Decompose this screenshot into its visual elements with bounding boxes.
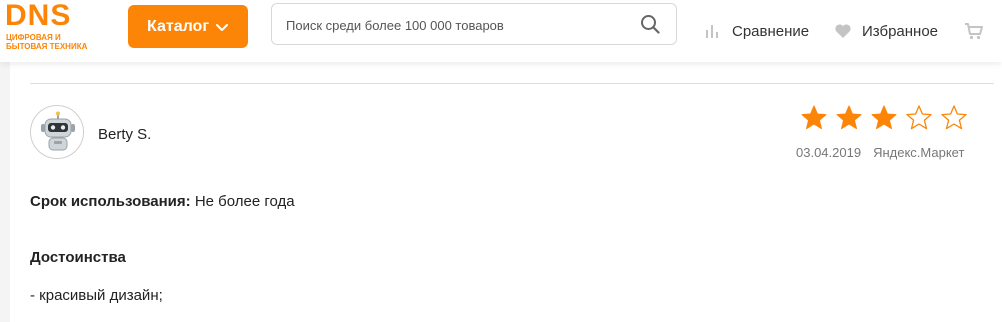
catalog-button-label: Каталог [147,17,209,35]
avatar [30,105,84,159]
star-filled-icon [800,104,828,132]
dns-logo[interactable]: DNS ЦИФРОВАЯ И БЫТОВАЯ ТЕХНИКА [5,0,97,51]
review-source: Яндекс.Маркет [873,145,965,160]
star-filled-icon [835,104,863,132]
star-empty-icon [905,104,933,132]
favorites-label: Избранное [862,22,939,40]
usage-period: Срок использования: Не более года [30,193,295,210]
usage-label: Срок использования: [30,193,191,210]
review-meta: 03.04.2019 Яндекс.Маркет [796,145,964,160]
compare-link[interactable]: Сравнение [704,20,809,42]
heart-icon [834,22,852,40]
star-filled-icon [870,104,898,132]
compare-label: Сравнение [732,22,810,40]
robot-avatar-icon [41,111,75,151]
usage-value: Не более года [194,193,295,210]
review-date: 03.04.2019 [796,145,862,160]
site-header: DNS ЦИФРОВАЯ И БЫТОВАЯ ТЕХНИКА Каталог С… [0,0,1002,62]
logo-subtitle: ЦИФРОВАЯ И БЫТОВАЯ ТЕХНИКА [6,33,88,51]
chevron-down-icon [215,20,229,34]
search-box [271,3,677,45]
logo-text: DNS [5,0,72,32]
divider [30,83,994,84]
review-author: Berty S. [98,126,152,143]
search-icon[interactable] [640,14,660,34]
favorites-link[interactable]: Избранное [834,20,938,42]
catalog-button[interactable]: Каталог [128,5,248,48]
cart-icon [964,22,983,40]
pros-heading: Достоинства [30,249,126,266]
cart-link[interactable] [964,20,992,42]
star-empty-icon [940,104,968,132]
rating-stars [800,104,975,132]
review-card: Berty S. 03.04.2019 Яндекс.Маркет Срок ис… [10,62,1002,322]
search-input[interactable] [284,13,628,37]
pros-list-item: - красивый дизайн; [30,287,163,304]
bar-chart-icon [704,22,722,40]
